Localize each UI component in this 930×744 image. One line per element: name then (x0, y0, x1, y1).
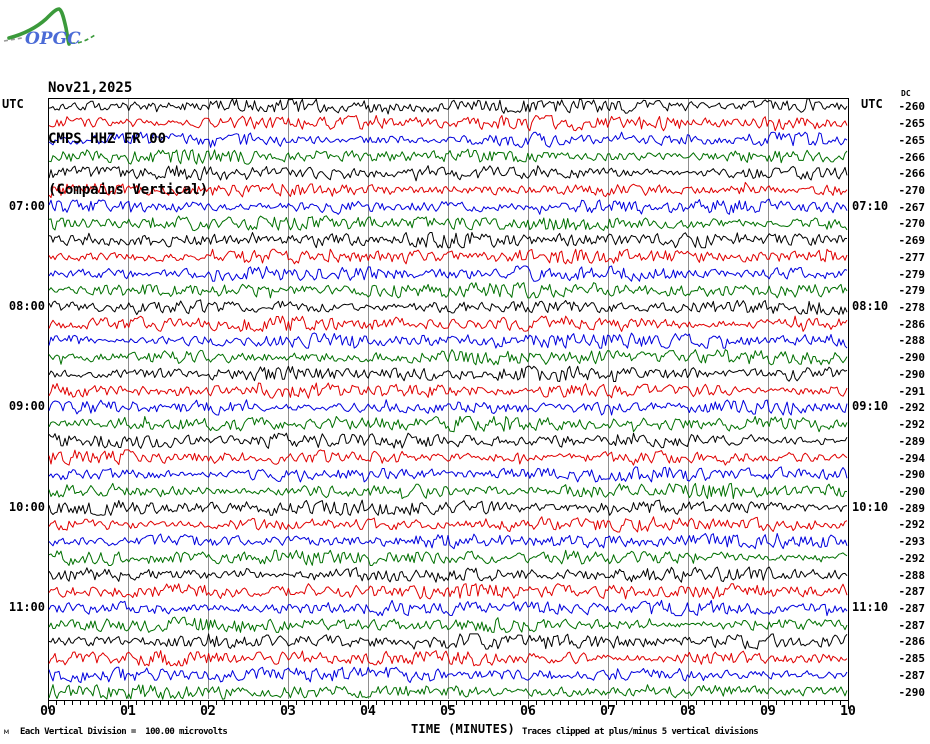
x-tick-label: 02 (200, 704, 216, 719)
dc-header: DC (901, 89, 911, 98)
opgc-logo: OPGC (3, 7, 96, 49)
dc-value: -290 (898, 351, 926, 364)
x-axis-title: TIME (MINUTES) (411, 722, 515, 736)
dc-value: -287 (898, 585, 926, 598)
dc-value: -266 (898, 151, 926, 164)
title-block: Nov21,2025 CMPS HHZ FR 00 (Compains Vert… (48, 46, 208, 233)
dc-value: -277 (898, 251, 926, 264)
dc-value: -260 (898, 100, 926, 113)
dc-value: -292 (898, 418, 926, 431)
x-tick-label: 09 (760, 704, 776, 719)
utc-header-right: UTC (861, 97, 883, 111)
dc-value: -290 (898, 485, 926, 498)
clipping-note: Traces clipped at plus/minus 5 vertical … (522, 727, 759, 737)
dc-value: -288 (898, 334, 926, 347)
date-title: Nov21,2025 (48, 80, 133, 96)
dc-value: -267 (898, 201, 926, 214)
dc-value: -292 (898, 401, 926, 414)
dc-value: -270 (898, 217, 926, 230)
dc-value: -291 (898, 385, 926, 398)
helicorder-page: OPGC Nov21,2025 CMPS HHZ FR 00 (Compains… (0, 0, 930, 744)
dc-value: -270 (898, 184, 926, 197)
component-title: (Compains Vertical) (48, 182, 209, 198)
hour-label-left: 11:00 (8, 600, 45, 614)
dc-value: -293 (898, 535, 926, 548)
dc-value: -287 (898, 602, 926, 615)
dc-value: -278 (898, 301, 926, 314)
x-tick-label: 08 (680, 704, 696, 719)
dc-value: -292 (898, 552, 926, 565)
hour-label-left: 10:00 (8, 500, 45, 514)
x-tick-label: 04 (360, 704, 376, 719)
dc-value: -265 (898, 117, 926, 130)
x-tick-label: 00 (40, 704, 56, 719)
dc-value: -286 (898, 318, 926, 331)
dc-value: -294 (898, 452, 926, 465)
dc-value: -290 (898, 368, 926, 381)
dc-value: -266 (898, 167, 926, 180)
utc-header-left: UTC (2, 97, 24, 111)
corner-watermark: м (4, 727, 9, 736)
x-tick-label: 01 (120, 704, 136, 719)
dc-value: -269 (898, 234, 926, 247)
hour-label-left: 09:00 (8, 399, 45, 413)
x-tick-label: 10 (840, 704, 856, 719)
hour-label-left: 07:00 (8, 199, 45, 213)
station-title: CMPS HHZ FR 00 (48, 131, 167, 147)
x-tick-label: 07 (600, 704, 616, 719)
dc-value: -287 (898, 669, 926, 682)
dc-value: -285 (898, 652, 926, 665)
dc-value: -289 (898, 435, 926, 448)
x-tick-label: 05 (440, 704, 456, 719)
dc-value: -286 (898, 635, 926, 648)
dc-value: -288 (898, 569, 926, 582)
dc-value: -279 (898, 268, 926, 281)
hour-label-left: 08:00 (8, 299, 45, 313)
dc-value: -290 (898, 686, 926, 699)
x-tick-label: 06 (520, 704, 536, 719)
dc-value: -292 (898, 518, 926, 531)
dc-value: -289 (898, 502, 926, 515)
dc-value: -279 (898, 284, 926, 297)
dc-value: -287 (898, 619, 926, 632)
x-tick-label: 03 (280, 704, 296, 719)
vertical-division-note: Each Vertical Division = 100.00 microvol… (20, 727, 228, 737)
dc-value: -290 (898, 468, 926, 481)
dc-value: -265 (898, 134, 926, 147)
